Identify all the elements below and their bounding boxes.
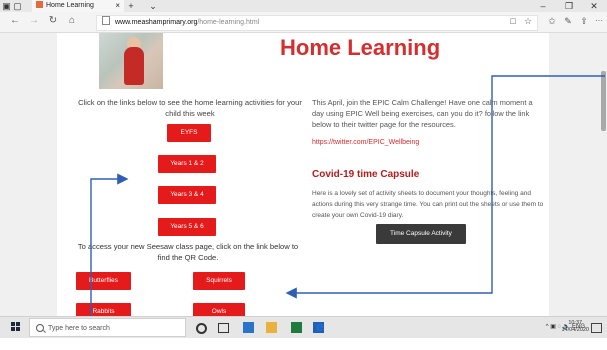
- windows-start-icon[interactable]: [11, 322, 21, 332]
- notifications-icon[interactable]: [591, 323, 602, 333]
- search-icon: [36, 324, 44, 332]
- tab-preview-icon[interactable]: ▢: [13, 0, 22, 12]
- bottom-margin: [0, 338, 607, 350]
- taskbar-search-input[interactable]: Type here to search: [29, 318, 186, 337]
- edge-browser-icon[interactable]: e: [316, 319, 330, 333]
- clock[interactable]: 10:37 14/04/2020: [561, 320, 589, 334]
- new-tab-icon[interactable]: +: [126, 0, 136, 12]
- clock-time: 10:37: [568, 320, 583, 326]
- window-menu-icon[interactable]: ▣: [2, 0, 11, 12]
- squirrels-button[interactable]: Squirrels: [193, 272, 245, 290]
- years-1-2-button[interactable]: Years 1 & 2: [158, 155, 216, 173]
- refresh-icon[interactable]: ↻: [47, 14, 59, 28]
- child-photo: [99, 33, 163, 89]
- address-bar[interactable]: www.meashamprimary.org/home-learning.htm…: [96, 15, 538, 31]
- page-title: Home Learning: [280, 35, 441, 60]
- url-domain: www.meashamprimary.org: [115, 19, 198, 26]
- tab-title: Home Learning: [46, 2, 94, 9]
- time-capsule-heading: Covid-19 time Capsule: [312, 169, 420, 180]
- close-window-icon[interactable]: ✕: [587, 0, 601, 12]
- taskbar: Type here to search e ^ ▣ ◌ 🔈 ENG 10:37 …: [0, 316, 607, 338]
- favorites-hub-icon[interactable]: ✩: [546, 14, 558, 28]
- share-icon[interactable]: ⇪: [578, 14, 590, 28]
- cortana-icon[interactable]: [196, 323, 207, 334]
- intro-text: Click on the links below to see the home…: [78, 98, 302, 118]
- eyfs-button[interactable]: EYFS: [167, 124, 211, 142]
- notes-pen-icon[interactable]: ✎: [562, 14, 574, 28]
- time-capsule-text: Here is a lovely set of activity sheets …: [312, 190, 544, 219]
- back-arrow-icon[interactable]: ←: [9, 14, 21, 28]
- maximize-icon[interactable]: ❐: [562, 0, 576, 12]
- browser-tab[interactable]: Home Learning ×: [32, 0, 124, 12]
- store-icon[interactable]: [243, 322, 254, 333]
- favicon-icon: [36, 1, 43, 8]
- years-5-6-button[interactable]: Years 5 & 6: [158, 218, 216, 236]
- page-viewport: Home Learning Click on the links below t…: [0, 33, 607, 316]
- time-capsule-button[interactable]: Time Capsule Activity: [376, 224, 466, 244]
- tab-close-icon[interactable]: ×: [115, 0, 120, 12]
- page-content: Home Learning Click on the links below t…: [57, 33, 549, 316]
- task-view-icon[interactable]: [218, 323, 229, 333]
- calm-challenge-text: This April, join the EPIC Calm Challenge…: [312, 98, 533, 129]
- tab-list-icon[interactable]: ⌄: [148, 0, 158, 12]
- twitter-link[interactable]: https://twitter.com/EPIC_Wellbeing: [312, 139, 419, 146]
- minimize-icon[interactable]: –: [536, 0, 550, 12]
- forward-arrow-icon[interactable]: →: [28, 14, 40, 28]
- vertical-scrollbar[interactable]: [599, 33, 607, 316]
- reading-view-icon[interactable]: □: [507, 14, 519, 28]
- url-path: /home-learning.html: [197, 19, 260, 26]
- file-explorer-icon[interactable]: [266, 322, 277, 333]
- home-icon[interactable]: ⌂: [66, 14, 78, 28]
- clock-date: 14/04/2020: [561, 327, 589, 333]
- seesaw-text: To access your new Seesaw class page, cl…: [77, 242, 299, 262]
- scrollbar-thumb[interactable]: [601, 71, 606, 131]
- search-placeholder: Type here to search: [48, 325, 110, 332]
- navigation-bar: ← → ↻ ⌂ www.meashamprimary.org/home-lear…: [0, 12, 607, 33]
- more-menu-icon[interactable]: ···: [593, 14, 605, 28]
- favorite-star-icon[interactable]: ☆: [522, 14, 534, 28]
- title-bar: ▣ ▢ Home Learning × + ⌄ – ❐ ✕: [0, 0, 607, 12]
- excel-icon[interactable]: [291, 322, 302, 333]
- page-info-icon[interactable]: [102, 16, 110, 25]
- owls-button[interactable]: Owls: [193, 303, 245, 316]
- rabbits-button[interactable]: Rabbits: [76, 303, 131, 316]
- years-3-4-button[interactable]: Years 3 & 4: [158, 186, 216, 204]
- butterflies-button[interactable]: Butterflies: [76, 272, 131, 290]
